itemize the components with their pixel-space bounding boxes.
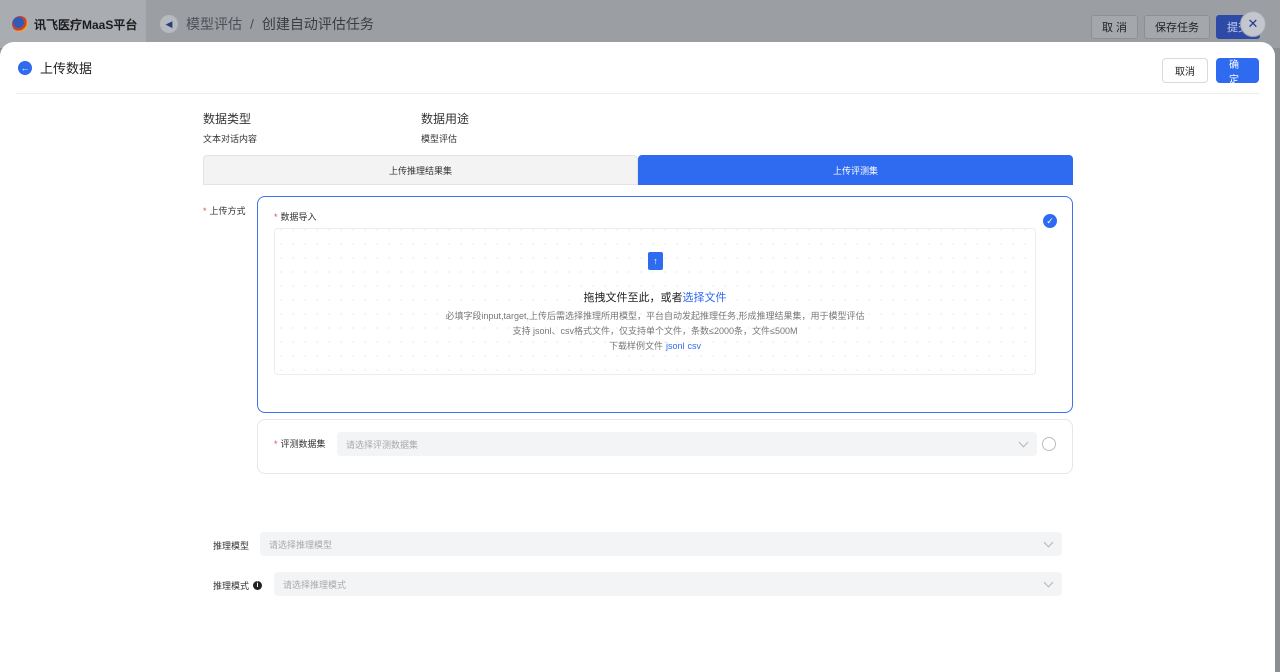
chevron-down-icon — [1043, 537, 1054, 548]
background-header: 讯飞医疗MaaS平台 ◀ 模型评估 / 创建自动评估任务 取 消 保存任务 提交… — [0, 0, 1280, 48]
breadcrumb-separator: / — [250, 16, 254, 32]
chevron-down-icon — [1043, 577, 1054, 588]
back-arrow-icon[interactable]: ◀ — [160, 15, 178, 33]
chevron-down-icon — [1018, 437, 1029, 448]
required-mark: * — [203, 206, 207, 216]
breadcrumb-item-create-task: 创建自动评估任务 — [261, 16, 374, 32]
sample-csv-link[interactable]: csv — [688, 341, 702, 351]
app-name: 讯飞医疗MaaS平台 — [34, 17, 138, 32]
info-icon[interactable]: i — [253, 581, 263, 590]
unselected-radio[interactable] — [1042, 437, 1056, 451]
eval-dataset-select[interactable]: 请选择评测数据集 — [337, 432, 1037, 456]
data-use: 数据用途 模型评估 — [421, 110, 639, 145]
upload-tabs: 上传推理结果集 上传评测集 — [203, 155, 1073, 185]
close-icon[interactable]: ✕ — [1240, 11, 1266, 37]
dropzone-hint-fields: 必填字段input,target,上传后需选择推理所用模型，平台自动发起推理任务… — [445, 311, 865, 321]
app-logo-area: 讯飞医疗MaaS平台 — [0, 0, 146, 48]
data-meta: 数据类型 文本对话内容 数据用途 模型评估 — [203, 110, 1073, 145]
data-type-value: 文本对话内容 — [203, 134, 258, 144]
dropzone-hint-format: 支持 jsonl、csv格式文件，仅支持单个文件，条数≤2000条，文件≤500… — [512, 326, 798, 336]
sample-jsonl-link[interactable]: jsonl — [666, 341, 685, 351]
inference-model-placeholder: 请选择推理模型 — [269, 539, 333, 550]
data-import-label: * 数据导入 — [274, 212, 317, 222]
data-use-label: 数据用途 — [421, 112, 470, 126]
dropzone-main-text: 拖拽文件至此，或者选择文件 — [583, 292, 727, 304]
breadcrumb: ◀ 模型评估 / 创建自动评估任务 — [160, 14, 374, 34]
option-data-import[interactable]: * 数据导入 ✓ ↑ 拖拽文件至此，或者选择文件 必填字段input,target… — [257, 196, 1073, 413]
tab-upload-eval-set[interactable]: 上传评测集 — [638, 155, 1073, 185]
inference-model-select[interactable]: 请选择推理模型 — [260, 532, 1062, 556]
inference-mode-label: 推理模式 i — [213, 579, 263, 592]
file-dropzone[interactable]: ↑ 拖拽文件至此，或者选择文件 必填字段input,target,上传后需选择推… — [274, 228, 1036, 375]
upload-method-label: * 上传方式 — [203, 206, 246, 216]
data-type: 数据类型 文本对话内容 — [203, 110, 421, 145]
option-eval-dataset[interactable]: * 评测数据集 请选择评测数据集 — [257, 419, 1073, 474]
drawer-actions: 取消 确定 — [1162, 58, 1259, 86]
eval-dataset-placeholder: 请选择评测数据集 — [346, 439, 419, 450]
upload-file-icon: ↑ — [648, 252, 663, 270]
background-cancel-button[interactable]: 取 消 — [1090, 15, 1138, 39]
inference-model-label: 推理模型 — [213, 541, 250, 551]
inference-mode-placeholder: 请选择推理模式 — [283, 579, 347, 590]
data-type-label: 数据类型 — [203, 112, 252, 126]
tab-upload-inference-results[interactable]: 上传推理结果集 — [203, 155, 638, 185]
drawer-content: 数据类型 文本对话内容 数据用途 模型评估 上传推理结果集 上传评测集 * 上传方… — [203, 110, 1073, 596]
background-actions: 取 消 保存任务 提交 — [1090, 15, 1260, 39]
inference-mode-select[interactable]: 请选择推理模式 — [274, 572, 1062, 596]
app-logo-icon — [12, 16, 28, 32]
cancel-button[interactable]: 取消 — [1162, 58, 1208, 83]
background-save-task-button[interactable]: 保存任务 — [1144, 15, 1210, 39]
required-mark: * — [274, 439, 278, 449]
data-use-value: 模型评估 — [421, 134, 458, 144]
required-mark: * — [274, 212, 278, 222]
eval-dataset-label: * 评测数据集 — [274, 439, 326, 449]
drawer-back-icon[interactable]: ← — [18, 60, 32, 75]
confirm-button[interactable]: 确定 — [1216, 58, 1259, 86]
select-file-link[interactable]: 选择文件 — [683, 292, 727, 304]
dropzone-hint-sample: 下载样例文件 jsonl csv — [608, 341, 702, 351]
drawer-header: ← 上传数据 取消 确定 — [16, 42, 1259, 94]
upload-data-drawer: ← 上传数据 取消 确定 数据类型 文本对话内容 数据用途 模型评估 上传推理结… — [0, 42, 1275, 672]
drawer-title: 上传数据 — [40, 61, 93, 76]
breadcrumb-item-model-eval[interactable]: 模型评估 — [186, 14, 242, 34]
selected-check-icon[interactable]: ✓ — [1043, 214, 1057, 228]
